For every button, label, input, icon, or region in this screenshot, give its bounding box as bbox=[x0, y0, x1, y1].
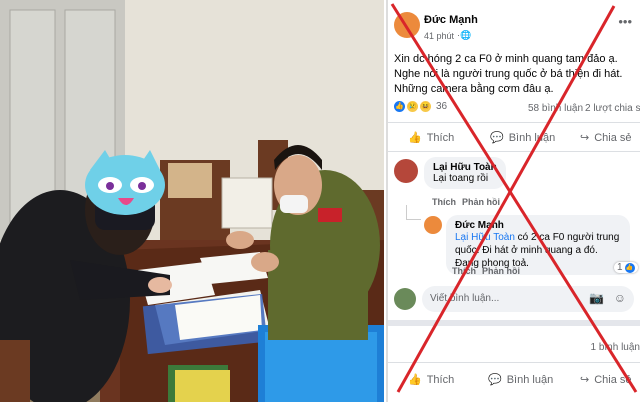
news-photo bbox=[0, 0, 384, 402]
comment-author[interactable]: Lại Hữu Toàn bbox=[433, 162, 497, 173]
footer-share-button[interactable]: ↪ Chia sẻ bbox=[580, 373, 632, 387]
emoji-icon[interactable]: ☺ bbox=[614, 291, 626, 305]
reaction-count: 36 bbox=[436, 101, 448, 112]
footer-comment-label: Bình luận bbox=[506, 373, 554, 386]
reply-like-count[interactable]: 1 👍 bbox=[614, 262, 638, 273]
comment-bubble: Lại Hữu Toàn Lại toang rồi bbox=[424, 157, 506, 189]
comment-reply-link[interactable]: Phản hồi bbox=[462, 197, 500, 207]
reply-avatar[interactable] bbox=[424, 216, 442, 234]
comment-button[interactable]: 💬 Bình luận bbox=[490, 131, 556, 145]
footer-comment-button[interactable]: 💬 Bình luận bbox=[488, 373, 554, 387]
comment-label: Bình luận bbox=[508, 131, 556, 144]
reply-like-count-text: 1 bbox=[617, 262, 623, 273]
camera-icon[interactable]: 📷 bbox=[589, 291, 604, 305]
post-text: Xin dc hóng 2 ca F0 ở minh quang tam đảo… bbox=[394, 53, 623, 95]
section-divider bbox=[388, 320, 640, 326]
share-button[interactable]: ↪ Chia sẻ bbox=[580, 131, 632, 145]
commenter-avatar[interactable] bbox=[394, 159, 418, 183]
reply-author[interactable]: Đức Mạnh bbox=[455, 220, 621, 231]
facebook-post-screenshot: Đức Mạnh 41 phút ·🌐 ••• Xin dc hóng 2 ca… bbox=[386, 0, 640, 402]
comment-input-placeholder: Viết bình luận... bbox=[430, 293, 500, 304]
post-timestamp[interactable]: 41 phút ·🌐 bbox=[424, 30, 471, 41]
author-avatar[interactable] bbox=[394, 12, 420, 38]
post-time-text: 41 phút bbox=[424, 30, 455, 41]
like-reaction-icon: 👍 bbox=[624, 262, 635, 273]
speech-bubble-icon: 💬 bbox=[488, 374, 502, 386]
photo-scene bbox=[0, 0, 384, 402]
globe-icon: ·🌐 bbox=[457, 30, 472, 40]
footer-comment-count[interactable]: 1 bình luận bbox=[591, 342, 640, 353]
footer-like-label: Thích bbox=[426, 373, 455, 386]
divider bbox=[388, 362, 640, 363]
current-user-avatar bbox=[394, 288, 416, 310]
share-arrow-icon: ↪ bbox=[580, 132, 590, 144]
speech-bubble-icon: 💬 bbox=[490, 132, 504, 144]
thumbs-up-icon: 👍 bbox=[408, 132, 422, 144]
footer-like-button[interactable]: 👍 Thích bbox=[408, 373, 455, 387]
mention-link[interactable]: Lại Hữu Toàn bbox=[455, 232, 515, 243]
comment-text: Lại toang rồi bbox=[433, 173, 489, 184]
reactions-summary[interactable]: 👍 😢 😆 36 bbox=[394, 101, 447, 112]
like-button[interactable]: 👍 Thích bbox=[408, 131, 455, 145]
reply-text: Lại Hữu Toàn có 2 ca F0 người trung quốc… bbox=[455, 231, 621, 270]
comment-count[interactable]: 58 bình luận bbox=[528, 103, 583, 114]
footer-share-label: Chia sẻ bbox=[594, 373, 632, 386]
sad-reaction-icon: 😢 bbox=[407, 101, 418, 112]
divider bbox=[388, 122, 640, 123]
share-arrow-icon: ↪ bbox=[580, 374, 590, 386]
reply-reply-link[interactable]: Phản hồi bbox=[482, 266, 520, 276]
post-author-name[interactable]: Đức Mạnh bbox=[424, 14, 478, 26]
divider bbox=[388, 151, 640, 152]
comment-input[interactable]: Viết bình luận... 📷 ☺ bbox=[422, 286, 634, 312]
share-label: Chia sẻ bbox=[594, 131, 632, 144]
like-label: Thích bbox=[426, 131, 455, 144]
comment-like-link[interactable]: Thích bbox=[432, 197, 456, 207]
thumbs-up-icon: 👍 bbox=[408, 374, 422, 386]
share-count[interactable]: 2 lượt chia sẻ bbox=[585, 103, 640, 114]
reply-thread-line bbox=[406, 205, 421, 220]
more-options-icon[interactable]: ••• bbox=[618, 14, 632, 29]
like-reaction-icon: 👍 bbox=[394, 101, 405, 112]
reply-like-link[interactable]: Thích bbox=[452, 266, 476, 276]
haha-reaction-icon: 😆 bbox=[420, 101, 431, 112]
